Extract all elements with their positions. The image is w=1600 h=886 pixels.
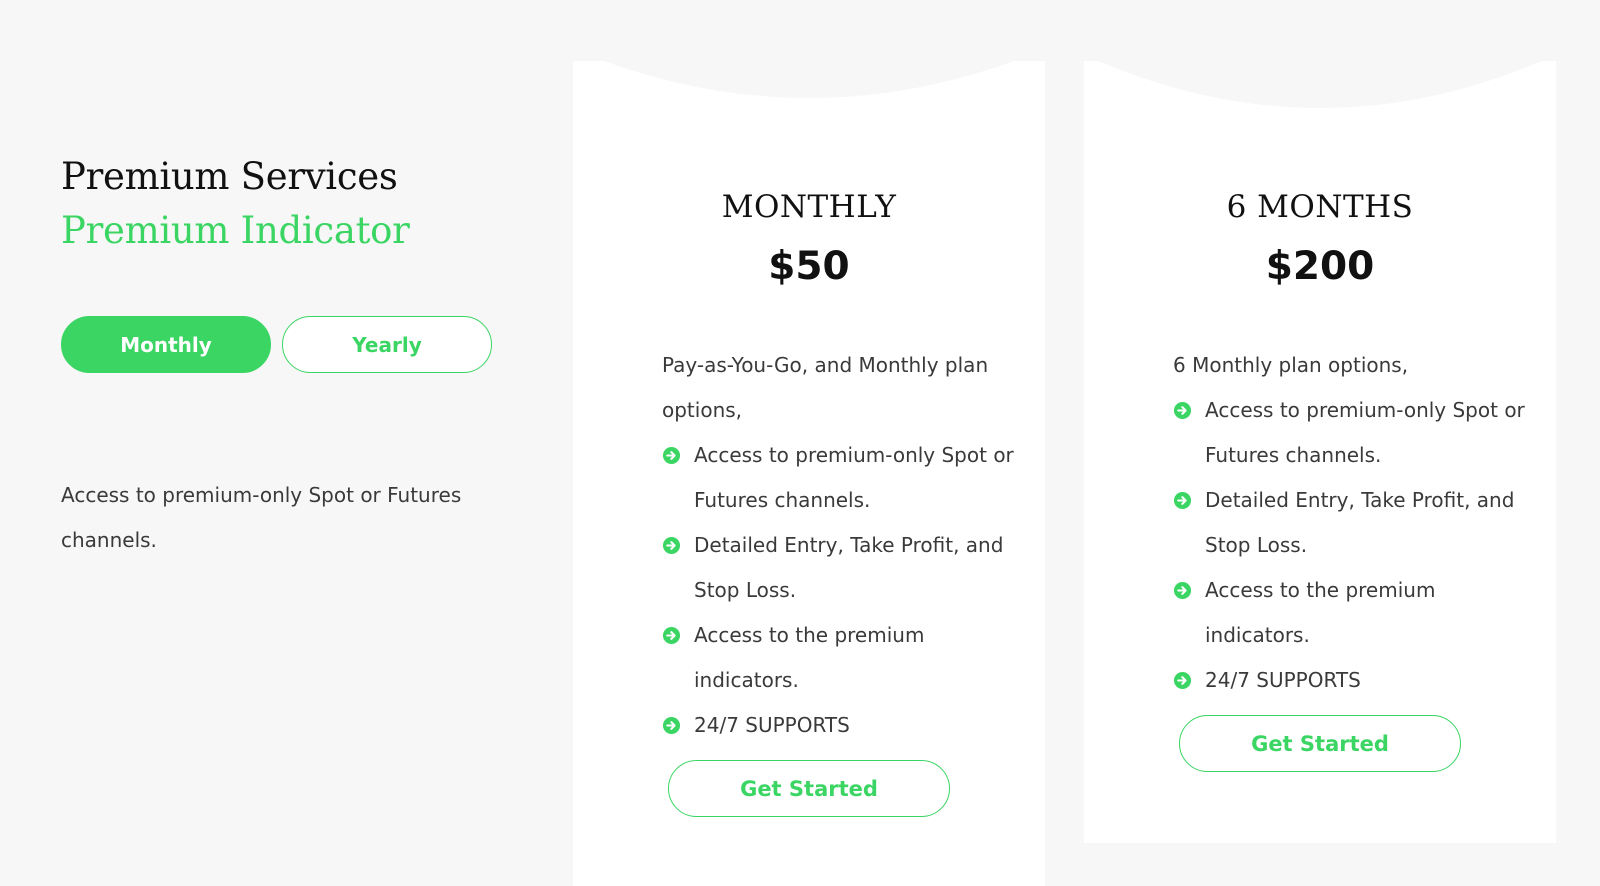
feature-text: Access to premium-only Spot or Futures c… [1205,398,1525,467]
card-top-curve [604,61,1014,98]
feature-item: Access to premium-only Spot or Futures c… [662,433,1021,523]
feature-text: 24/7 SUPPORTS [1205,668,1361,692]
feature-item: Detailed Entry, Take Profit, and Stop Lo… [662,523,1021,613]
feature-text: Detailed Entry, Take Profit, and Stop Lo… [1205,488,1515,557]
intro-description: Access to premium-only Spot or Futures c… [61,483,462,552]
arrow-circle-right-icon [662,626,681,645]
plan-price: $200 [1265,244,1375,289]
intro-section: Premium Services Premium Indicator [61,150,561,258]
arrow-circle-right-icon [1173,581,1192,600]
plan-name: 6 MONTHS [1226,189,1414,225]
page-title-accent: Premium Indicator [61,209,410,252]
plan-card-6-months: 6 MONTHS $200 6 Monthly plan options, Ac… [1084,61,1556,843]
feature-text: Detailed Entry, Take Profit, and Stop Lo… [694,533,1004,602]
get-started-button[interactable]: Get Started [668,760,950,817]
feature-item: Detailed Entry, Take Profit, and Stop Lo… [1173,478,1532,568]
monthly-toggle-button[interactable]: Monthly [61,316,271,373]
feature-item: 24/7 SUPPORTS [1173,658,1532,703]
plan-details: 6 Monthly plan options, Access to premiu… [1173,343,1532,703]
feature-list: Access to premium-only Spot or Futures c… [662,433,1021,748]
arrow-circle-right-icon [1173,671,1192,690]
card-top-curve [1098,61,1542,108]
arrow-circle-right-icon [662,446,681,465]
page-title-prefix: Premium Services [61,155,398,198]
plan-name: MONTHLY [721,189,897,225]
arrow-circle-right-icon [662,716,681,735]
billing-toggle: Monthly Yearly [61,316,492,373]
feature-item: Access to premium-only Spot or Futures c… [1173,388,1532,478]
feature-text: Access to the premium indicators. [1205,578,1436,647]
arrow-circle-right-icon [1173,401,1192,420]
plan-details: Pay-as-You-Go, and Monthly plan options,… [662,343,1021,748]
plan-price: $50 [768,244,850,289]
page-title: Premium Services Premium Indicator [61,150,561,258]
feature-text: 24/7 SUPPORTS [694,713,850,737]
feature-text: Access to premium-only Spot or Futures c… [694,443,1014,512]
feature-item: 24/7 SUPPORTS [662,703,1021,748]
feature-list: Access to premium-only Spot or Futures c… [1173,388,1532,703]
arrow-circle-right-icon [1173,491,1192,510]
arrow-circle-right-icon [662,536,681,555]
plan-intro: 6 Monthly plan options, [1173,353,1409,377]
plan-intro: Pay-as-You-Go, and Monthly plan options, [662,353,989,422]
plan-card-monthly: MONTHLY $50 Pay-as-You-Go, and Monthly p… [573,61,1045,886]
feature-text: Access to the premium indicators. [694,623,925,692]
feature-item: Access to the premium indicators. [1173,568,1532,658]
yearly-toggle-button[interactable]: Yearly [282,316,492,373]
feature-item: Access to the premium indicators. [662,613,1021,703]
get-started-button[interactable]: Get Started [1179,715,1461,772]
